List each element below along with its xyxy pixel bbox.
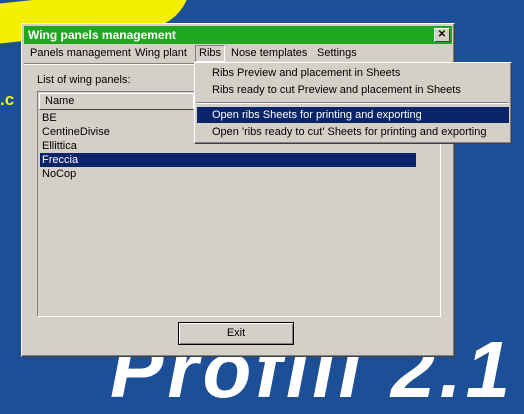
menu-wing-plant[interactable]: Wing plant <box>132 45 190 62</box>
menu-bar: Panels management Wing plant Ribs Nose t… <box>24 45 452 65</box>
list-item[interactable]: NoCop <box>40 167 416 181</box>
close-button[interactable]: ✕ <box>434 28 450 42</box>
menu-ribs[interactable]: Ribs <box>195 45 226 62</box>
background-text-fragment: .c <box>0 90 15 109</box>
list-item-selected[interactable]: Freccia <box>40 153 416 167</box>
window-title: Wing panels management <box>28 28 176 42</box>
list-label: List of wing panels: <box>37 74 131 86</box>
menu-nose-templates[interactable]: Nose templates <box>228 45 310 62</box>
menu-item-open-ribs-sheets[interactable]: Open ribs Sheets for printing and export… <box>197 107 509 123</box>
ribs-dropdown-menu: Ribs Preview and placement in Sheets Rib… <box>194 62 512 144</box>
title-bar[interactable]: Wing panels management ✕ <box>24 26 452 44</box>
menu-item-ribs-preview[interactable]: Ribs Preview and placement in Sheets <box>197 65 509 81</box>
menu-settings[interactable]: Settings <box>314 45 360 62</box>
menu-panels-management[interactable]: Panels management <box>27 45 134 62</box>
close-icon: ✕ <box>437 29 447 40</box>
menu-separator <box>197 102 509 104</box>
menu-item-ribs-ready-preview[interactable]: Ribs ready to cut Preview and placement … <box>197 82 509 98</box>
column-header-name[interactable]: Name <box>39 93 194 110</box>
menu-item-open-ready-sheets[interactable]: Open 'ribs ready to cut' Sheets for prin… <box>197 124 509 140</box>
exit-button[interactable]: Exit <box>178 322 294 345</box>
